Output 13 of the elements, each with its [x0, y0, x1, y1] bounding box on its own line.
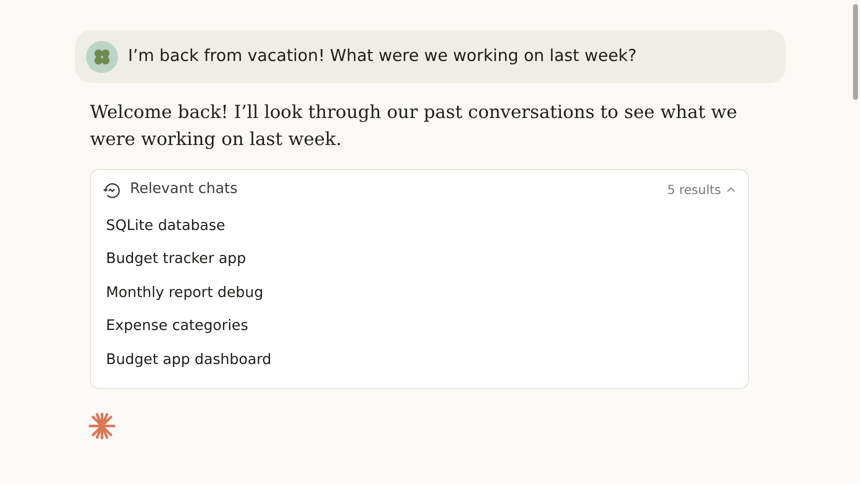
chat-search-icon [103, 182, 120, 198]
starburst-logo-icon [86, 410, 118, 440]
results-toggle[interactable]: 5 results [667, 180, 736, 200]
chat-link[interactable]: Expense categories [91, 310, 748, 344]
chat-link[interactable]: Monthly report debug [91, 277, 748, 310]
user-message-text: I’m back from vacation! What were we working on last week? [128, 45, 637, 68]
chat-link[interactable]: Budget app dashboard [91, 344, 748, 378]
avatar-icon [86, 40, 118, 72]
section-title: Relevant chats [130, 180, 238, 200]
assistant-message-text: Welcome back! I’ll look through our past conversations to see what we were working on last week. [90, 101, 738, 152]
chat-link[interactable]: Budget tracker app [91, 244, 748, 277]
scrollbar-thumb[interactable] [853, 4, 858, 100]
chat-link[interactable]: SQLite database [91, 210, 748, 244]
